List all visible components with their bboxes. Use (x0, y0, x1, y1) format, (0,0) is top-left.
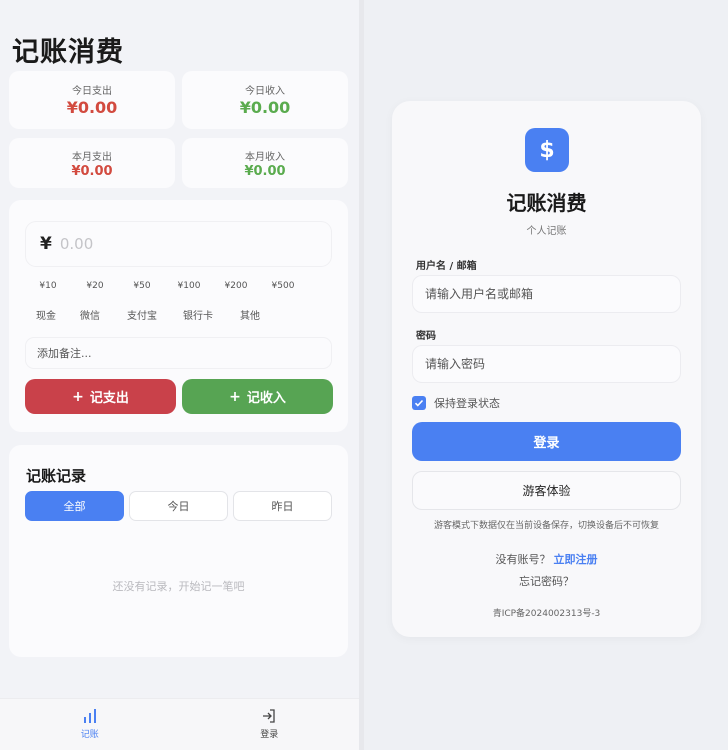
record-income-button[interactable]: + 记收入 (182, 379, 333, 414)
payment-wechat[interactable]: 微信 (66, 308, 114, 326)
login-card: $ 记账消费 个人记账 用户名 / 邮箱 密码 保持登录状态 登录 游客体验 游… (392, 101, 701, 637)
dollar-logo-icon: $ (525, 128, 569, 172)
records-title: 记账记录 (26, 467, 87, 485)
nav-item-login[interactable]: 登录 (180, 699, 360, 750)
password-field[interactable] (412, 345, 681, 383)
login-title: 记账消费 (506, 191, 587, 215)
login-icon (263, 709, 275, 723)
app-panel: 记账消费 今日支出 ¥0.00 今日收入 ¥0.00 本月支出 ¥0.00 本月… (0, 0, 359, 750)
quick-amount-500[interactable]: ¥500 (261, 277, 305, 295)
remember-login[interactable]: 保持登录状态 (412, 395, 500, 411)
quick-amount-50[interactable]: ¥50 (120, 277, 164, 295)
note-field[interactable] (26, 338, 331, 368)
quick-amounts: ¥10 ¥20 ¥50 ¥100 ¥200 ¥500 (26, 277, 308, 295)
bottom-nav: 记账 登录 (0, 698, 359, 750)
bar-chart-icon (83, 709, 96, 723)
password-input[interactable] (425, 357, 665, 371)
payment-bankcard[interactable]: 银行卡 (170, 308, 226, 326)
tab-today[interactable]: 今日 (129, 491, 228, 521)
today-expense-value: ¥0.00 (66, 98, 118, 117)
guest-note: 游客模式下数据仅在当前设备保存，切换设备后不可恢复 (433, 521, 659, 531)
entry-card: ¥ ¥10 ¥20 ¥50 ¥100 ¥200 ¥500 现金 微信 支付宝 银… (9, 200, 348, 432)
quick-amount-10[interactable]: ¥10 (26, 277, 70, 295)
month-income-card: 本月收入 ¥0.00 (182, 138, 348, 188)
check-icon (414, 399, 424, 407)
payment-alipay[interactable]: 支付宝 (114, 308, 170, 326)
nav-item-bookkeeping[interactable]: 记账 (0, 699, 180, 750)
username-label: 用户名 / 邮箱 (416, 261, 477, 272)
register-row: 没有账号？ 立即注册 (392, 551, 701, 567)
tab-all[interactable]: 全部 (25, 491, 124, 521)
remember-label: 保持登录状态 (434, 397, 500, 410)
no-account-text: 没有账号？ (495, 553, 551, 566)
today-income-value: ¥0.00 (239, 98, 291, 117)
record-expense-button[interactable]: + 记支出 (25, 379, 176, 414)
login-panel: $ 记账消费 个人记账 用户名 / 邮箱 密码 保持登录状态 登录 游客体验 游… (364, 0, 728, 750)
records-card: 记账记录 全部 今日 昨日 还没有记录，开始记一笔吧 (9, 445, 348, 657)
month-income-label: 本月收入 (245, 152, 285, 163)
payment-methods: 现金 微信 支付宝 银行卡 其他 (26, 308, 274, 326)
record-income-label: 记收入 (246, 391, 286, 406)
quick-amount-20[interactable]: ¥20 (73, 277, 117, 295)
username-field[interactable] (412, 275, 681, 313)
today-income-card: 今日收入 ¥0.00 (182, 71, 348, 129)
guest-button[interactable]: 游客体验 (412, 471, 681, 510)
plus-icon: + (229, 388, 241, 405)
amount-field[interactable]: ¥ (26, 222, 331, 266)
record-expense-label: 记支出 (89, 391, 129, 406)
currency-symbol: ¥ (40, 234, 52, 254)
payment-other[interactable]: 其他 (226, 308, 274, 326)
month-expense-card: 本月支出 ¥0.00 (9, 138, 175, 188)
icp-record: 青ICP备2024002313号-3 (492, 609, 601, 619)
today-income-label: 今日收入 (245, 86, 285, 97)
today-expense-label: 今日支出 (72, 86, 112, 97)
month-expense-value: ¥0.00 (71, 164, 113, 179)
quick-amount-100[interactable]: ¥100 (167, 277, 211, 295)
login-subtitle: 个人记账 (526, 226, 567, 237)
username-input[interactable] (425, 287, 665, 301)
remember-checkbox[interactable] (412, 396, 426, 410)
records-empty-text: 还没有记录，开始记一笔吧 (112, 580, 245, 593)
records-tabs: 全部 今日 昨日 (25, 491, 337, 521)
note-input[interactable] (37, 346, 317, 360)
nav-item-label: 记账 (80, 730, 99, 740)
register-link[interactable]: 立即注册 (554, 553, 598, 566)
month-income-value: ¥0.00 (244, 164, 286, 179)
app-title: 记账消费 (12, 37, 124, 68)
today-expense-card: 今日支出 ¥0.00 (9, 71, 175, 129)
login-button[interactable]: 登录 (412, 422, 681, 461)
quick-amount-200[interactable]: ¥200 (214, 277, 258, 295)
amount-input[interactable] (59, 235, 280, 253)
payment-cash[interactable]: 现金 (26, 308, 66, 326)
month-expense-label: 本月支出 (72, 152, 112, 163)
forgot-password-link[interactable]: 忘记密码？ (392, 573, 701, 589)
tab-yesterday[interactable]: 昨日 (233, 491, 332, 521)
password-label: 密码 (416, 331, 436, 342)
plus-icon: + (72, 388, 84, 405)
nav-item-label: 登录 (260, 730, 279, 740)
